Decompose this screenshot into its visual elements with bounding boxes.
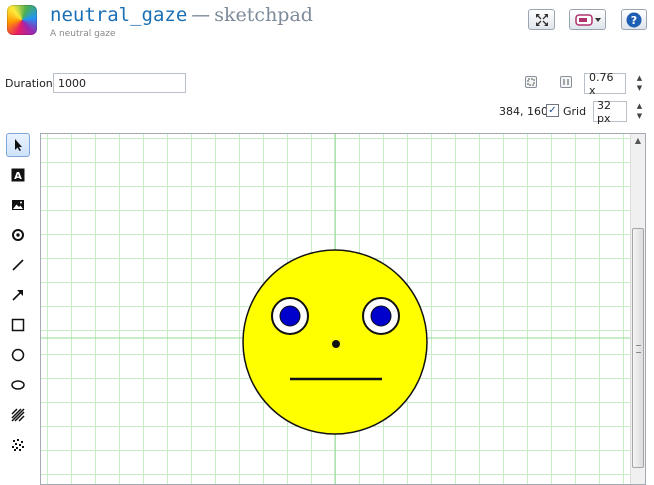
rectangle-icon [11,318,25,332]
image-icon [12,200,24,210]
noise-patch-icon [12,439,24,451]
grid-size-spinner[interactable]: ▲ ▼ [634,101,645,122]
arrow-tool[interactable] [6,283,30,307]
line-tool[interactable] [6,253,30,277]
noise-tool[interactable] [6,433,30,457]
nose-dot[interactable] [332,340,340,348]
cursor-coordinates: 384, 160 [499,105,548,118]
svg-text:?: ? [631,14,637,27]
canvas-grid[interactable] [41,134,631,484]
maximize-button[interactable] [528,9,555,30]
grid-size-value: 32 px [597,98,611,125]
right-pupil[interactable] [370,305,392,327]
cursor-arrow-icon [15,139,22,151]
spin-down-icon[interactable]: ▼ [634,111,645,121]
app-name: sketchpad [214,4,313,26]
grid-label: Grid [563,105,587,118]
svg-text:A: A [14,171,22,182]
circle-icon [11,348,25,362]
smiley-face[interactable] [242,249,428,435]
gabor-patch-icon [11,408,25,422]
ellipse-icon [11,380,25,390]
zoom-reset-button[interactable] [560,76,572,88]
circle-tool[interactable] [6,343,30,367]
scrollbar-thumb[interactable] [632,228,644,468]
app-logo-icon [7,5,37,35]
line-icon [12,259,24,271]
canvas-drawing [41,134,631,484]
item-description: A neutral gaze [50,29,116,39]
maximize-icon [535,13,548,26]
item-name: neutral_gaze [50,4,188,26]
sketchpad-canvas[interactable]: ▲ [40,133,646,485]
zoom-input[interactable]: 0.76 x [584,70,626,97]
tool-palette: A [6,133,32,463]
zoom-fit-button[interactable] [525,76,537,88]
options-menu-button[interactable] [569,9,606,30]
spin-down-icon[interactable]: ▼ [634,83,645,93]
vertical-scrollbar[interactable]: ▲ [630,134,645,484]
fixation-dot-icon [12,229,24,241]
left-pupil[interactable] [279,305,301,327]
duration-label: Duration [5,77,53,90]
page-title: neutral_gaze — sketchpad [50,4,313,26]
rectangle-tool[interactable] [6,313,30,337]
scroll-up-icon[interactable]: ▲ [631,136,645,145]
arrow-icon [12,290,23,301]
text-a-icon: A [11,168,25,182]
fixdot-tool[interactable] [6,223,30,247]
gabor-tool[interactable] [6,403,30,427]
zoom-value: 0.76 x [589,70,614,97]
help-icon: ? [626,12,642,27]
fit-icon [527,78,535,86]
grid-checkbox[interactable]: ✓ [546,104,559,117]
title-separator: — [191,4,211,26]
image-tool[interactable] [6,193,30,217]
spin-up-icon[interactable]: ▲ [634,101,645,111]
zoom-reset-icon [563,79,569,85]
pointer-tool[interactable] [6,133,30,157]
text-tool[interactable]: A [6,163,30,187]
zoom-spinner[interactable]: ▲ ▼ [634,73,645,94]
duration-input[interactable] [53,73,186,93]
thumb-grip-icon [636,345,641,353]
options-menu-icon [574,13,601,26]
ellipse-tool[interactable] [6,373,30,397]
help-button[interactable]: ? [621,9,647,30]
grid-size-input[interactable]: 32 px [593,98,627,125]
spin-up-icon[interactable]: ▲ [634,73,645,83]
